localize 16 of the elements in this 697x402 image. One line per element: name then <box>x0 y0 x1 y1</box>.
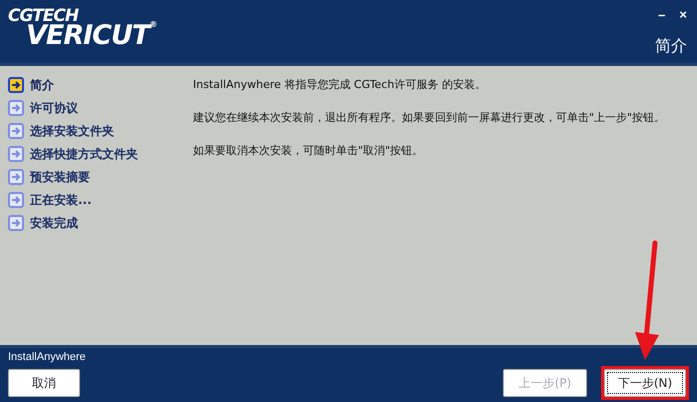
paragraph: 建议您在继续本次安装前，退出所有程序。如果要回到前一屏幕进行更改，可单击"上一步"按钮。 <box>193 110 666 126</box>
next-button[interactable]: 下一步(N) <box>604 369 686 397</box>
paragraph: InstallAnywhere 将指导您完成 CGTech许可服务 的安装。 <box>193 77 487 93</box>
close-button[interactable]: × <box>679 8 687 21</box>
step-label: 正在安装... <box>30 192 92 208</box>
minimize-button[interactable]: – <box>658 8 666 21</box>
cancel-button[interactable]: 取消 <box>8 369 80 397</box>
step-label: 许可协议 <box>30 100 78 116</box>
page-title: 简介 <box>655 36 687 57</box>
brand-label: InstallAnywhere <box>8 351 87 363</box>
step-label: 安装完成 <box>30 214 78 232</box>
step-label: 简介 <box>30 76 54 94</box>
step-label: 预安装摘要 <box>30 168 90 186</box>
step-label: 选择安装文件夹 <box>30 122 114 140</box>
step-label: 选择快捷方式文件夹 <box>30 146 138 162</box>
paragraph: 如果要取消本次安装，可随时单击"取消"按钮。 <box>193 143 424 159</box>
